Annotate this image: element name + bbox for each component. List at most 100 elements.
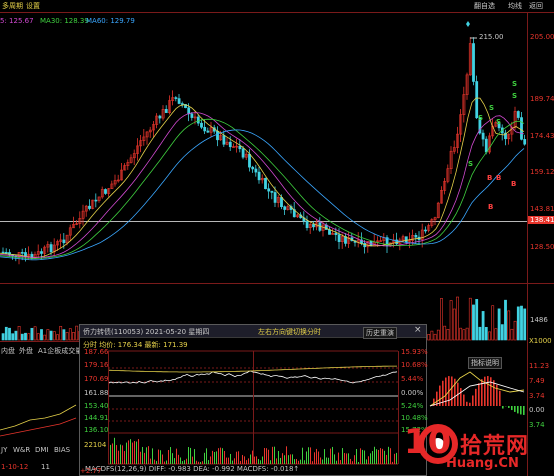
intraday-volume-bar	[208, 460, 209, 464]
intraday-volume-bar	[240, 460, 241, 464]
volume-bar	[20, 333, 24, 341]
current-price-tag: 138.41	[528, 216, 554, 224]
volume-bar	[520, 305, 523, 341]
volume-bar	[494, 328, 498, 341]
indicator-tab-dmi[interactable]: DMI	[35, 446, 49, 454]
candle-body	[174, 97, 178, 99]
tab-inner[interactable]: 内盘	[1, 346, 15, 356]
ma-toggle-button[interactable]: 均线	[508, 1, 522, 11]
intraday-price-tick: 153.40	[84, 402, 109, 410]
intraday-volume-bar	[306, 451, 307, 464]
macd-bar	[517, 406, 519, 414]
intraday-volume-bar	[262, 456, 263, 464]
intraday-volume-bar	[278, 450, 279, 464]
intraday-volume-bar	[386, 454, 387, 464]
volume-bar	[62, 329, 66, 341]
intraday-volume-bar	[268, 449, 269, 464]
intraday-volume-bar	[308, 447, 309, 464]
intraday-volume-bar	[392, 461, 393, 464]
intraday-volume-bar	[216, 451, 217, 464]
intraday-price-tick: 179.16	[84, 361, 109, 369]
macd-bar	[514, 406, 516, 412]
ma30-value: MA30: 128.39	[40, 17, 89, 25]
indicator-tab-bias[interactable]: BIAS	[54, 446, 70, 454]
intraday-volume-bar	[384, 450, 385, 464]
indicator-help-button[interactable]: 指标说明	[468, 357, 502, 369]
volume-bar	[46, 329, 50, 341]
volume-bar	[491, 305, 495, 341]
intraday-volume-bar	[166, 460, 167, 464]
intraday-volume-bar	[280, 457, 281, 464]
volume-bar	[452, 308, 456, 341]
candle-body	[523, 139, 527, 145]
macd-bar	[499, 390, 501, 406]
intraday-volume-bar	[364, 450, 365, 464]
intraday-volume-bar	[290, 454, 291, 464]
intraday-volume-bar	[250, 454, 251, 464]
intraday-volume-bar	[130, 439, 131, 464]
candle-body	[200, 122, 203, 128]
volume-bar	[433, 333, 437, 341]
indicator-tab-jy[interactable]: JY	[1, 446, 7, 454]
intraday-volume-bar	[372, 451, 373, 464]
volume-bar	[478, 326, 482, 341]
add-watchlist-button[interactable]: 翻自选	[474, 1, 495, 11]
intraday-volume-bar	[132, 442, 133, 464]
top-toolbar: 多周期 设置 翻自选 均线 返回	[0, 0, 554, 12]
intraday-volume-bar	[298, 460, 299, 464]
macd-bar	[478, 383, 480, 406]
candle-body	[180, 103, 184, 105]
intraday-volume-bar	[304, 460, 305, 464]
tab-volume[interactable]: A1企板成交量	[38, 346, 82, 356]
intraday-volume-bar	[186, 458, 187, 464]
intraday-volume-bar	[288, 455, 289, 464]
intraday-volume-bar	[164, 461, 165, 464]
macd-bar	[487, 376, 489, 406]
period-selector[interactable]: 多周期	[2, 1, 23, 11]
candle-body	[472, 43, 475, 82]
intraday-volume-bar	[294, 459, 295, 464]
volume-bar	[472, 304, 475, 341]
intraday-volume-bar	[336, 460, 337, 464]
volume-bar	[430, 330, 434, 341]
candle-body	[190, 113, 194, 118]
volume-bar	[446, 329, 450, 341]
intraday-volume-bar	[160, 450, 161, 464]
candle-body	[40, 251, 43, 254]
intraday-volume-bar	[258, 458, 259, 464]
volume-bar	[40, 329, 43, 341]
intraday-volume-bar	[302, 447, 303, 464]
volume-bar	[440, 298, 443, 341]
candle-body	[337, 234, 341, 242]
intraday-volume-bar	[316, 448, 317, 464]
sell-signal: S	[468, 160, 474, 168]
sell-signal: S	[478, 114, 484, 122]
volume-bar	[468, 297, 472, 341]
watermark-subtitle: Huang.CN	[446, 456, 519, 471]
sell-signal: S	[496, 118, 502, 126]
macd-bar	[490, 377, 492, 406]
intraday-volume-bar	[138, 439, 139, 464]
intraday-volume-bar	[314, 452, 315, 464]
macd-bar	[493, 380, 495, 406]
candle-body	[283, 206, 287, 210]
intraday-macd-line: MACDFS(12,26,9) DIFF: -0.983 DEA: -0.992…	[80, 465, 426, 475]
intraday-price-tick: 144.91	[84, 414, 109, 422]
intraday-volume-bar	[154, 459, 155, 464]
candle-body	[164, 109, 168, 113]
sell-signal: S	[512, 80, 518, 88]
tab-outer[interactable]: 外盘	[19, 346, 33, 356]
volume-bar	[462, 329, 466, 341]
intraday-volume-bar	[396, 452, 397, 464]
settings-button[interactable]: 设置	[26, 1, 40, 11]
intraday-volume-bar	[126, 442, 127, 464]
back-button[interactable]: 返回	[529, 1, 543, 11]
candle-body	[49, 244, 53, 253]
candle-body	[228, 141, 232, 148]
indicator-line	[0, 404, 77, 431]
intraday-volume-bar	[158, 449, 159, 464]
candle-body	[251, 166, 255, 170]
indicator-axis-value: 11.23	[529, 362, 550, 370]
indicator-tab-wr[interactable]: W&R	[13, 446, 30, 454]
intraday-volume-bar	[194, 449, 195, 464]
